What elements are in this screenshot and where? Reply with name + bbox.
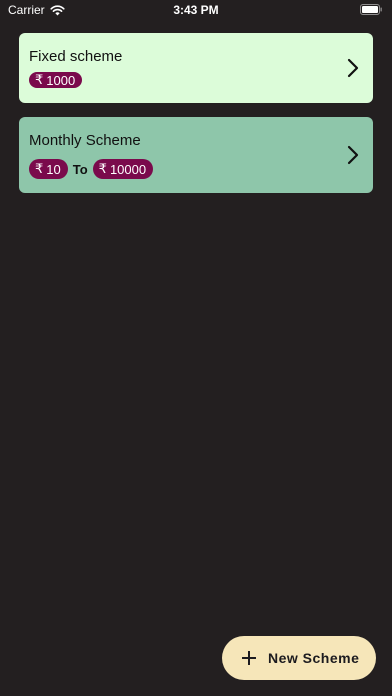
rupee-symbol: ₹ (98, 161, 107, 176)
amount-value: 1000 (46, 72, 76, 88)
battery-icon (360, 4, 382, 15)
rupee-symbol: ₹ (35, 161, 44, 176)
amount-badge: ₹ 1000 (29, 72, 83, 88)
status-bar: Carrier 3:43 PM (0, 0, 392, 20)
scheme-title: Fixed scheme (29, 48, 123, 65)
amount-range-row: ₹ 10 To ₹ 10000 (29, 159, 363, 179)
scheme-title: Monthly Scheme (29, 132, 141, 149)
range-separator: To (72, 161, 88, 177)
max-amount-value: 10000 (109, 161, 147, 177)
max-amount-badge: ₹ 10000 (92, 159, 154, 179)
amount-row: ₹ 1000 (29, 72, 363, 88)
chevron-right-icon[interactable] (347, 145, 359, 165)
chevron-right-icon[interactable] (347, 58, 359, 78)
min-amount-badge: ₹ 10 (29, 159, 68, 179)
status-time: 3:43 PM (173, 3, 219, 17)
rupee-symbol: ₹ (35, 72, 44, 87)
fixed-scheme-card[interactable]: Fixed scheme ₹ 1000 (19, 33, 373, 103)
plus-icon (242, 651, 256, 665)
monthly-scheme-card[interactable]: Monthly Scheme ₹ 10 To ₹ 10000 (19, 117, 373, 193)
new-scheme-label: New Scheme (268, 650, 360, 666)
new-scheme-button[interactable]: New Scheme (222, 636, 376, 680)
min-amount-value: 10 (46, 161, 61, 177)
